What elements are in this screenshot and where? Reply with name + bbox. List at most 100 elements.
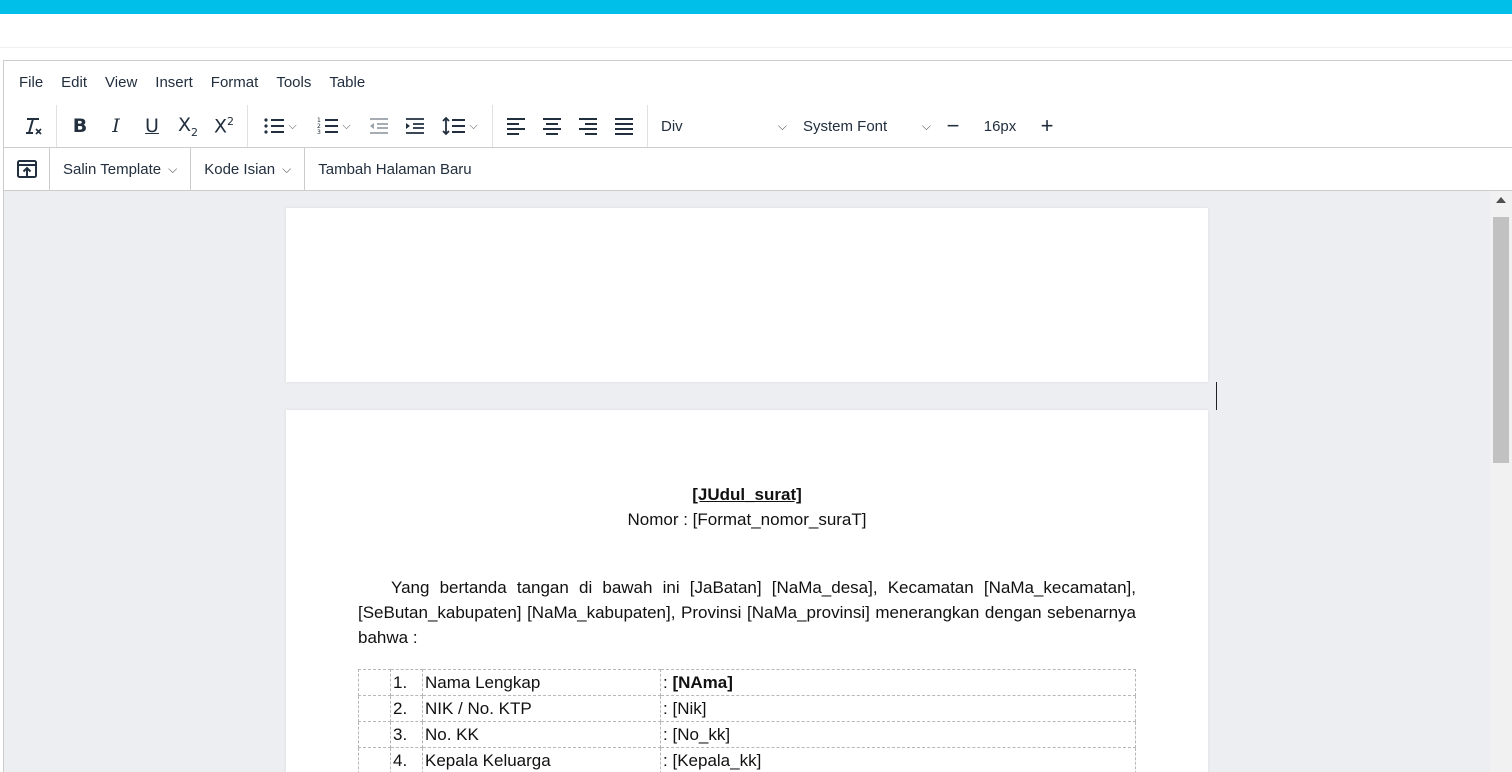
document-canvas[interactable]: [JUdul_surat] Nomor : [Format_nomor_sura… [4, 191, 1490, 772]
chevron-down-icon: ⌵ [168, 161, 178, 176]
row-separator: : [663, 672, 668, 692]
scroll-up-icon[interactable] [1496, 197, 1506, 203]
row-number: 3. [390, 721, 423, 748]
outdent-icon [370, 118, 388, 134]
chevron-down-icon: ⌵ [921, 118, 931, 133]
svg-text:3: 3 [317, 129, 321, 136]
table-row: 4. Kepala Keluarga : [Kepala_kk] [358, 747, 1136, 772]
text-style-group: B I U X2 X2 [57, 105, 248, 147]
font-family-dropdown[interactable]: System Font ⌵ [795, 109, 939, 143]
row-number: 4. [390, 747, 423, 772]
font-size-input[interactable]: 16px [967, 109, 1033, 143]
numbered-list-icon: 123 [317, 117, 339, 136]
align-center-button[interactable] [534, 109, 570, 143]
align-left-button[interactable] [498, 109, 534, 143]
clear-group [10, 105, 57, 147]
document-number: Nomor : [Format_nomor_suraT] [627, 510, 867, 529]
superscript-icon: X2 [213, 114, 235, 138]
document-title: [JUdul_surat] [692, 485, 802, 504]
row-value-cell: : [NAma] [660, 669, 1136, 696]
chevron-down-icon: ⌵ [777, 118, 787, 133]
bullet-list-icon [264, 118, 285, 134]
italic-button[interactable]: I [98, 109, 134, 143]
table-cell [358, 747, 391, 772]
top-accent-bar [0, 0, 1512, 14]
row-value-cell: : [Nik] [660, 695, 1136, 722]
table-cell [358, 669, 391, 696]
indent-icon [406, 118, 424, 134]
upload-icon [16, 160, 37, 178]
vertical-scrollbar[interactable] [1490, 191, 1512, 772]
chevron-down-icon: ⌵ [342, 119, 351, 132]
menu-format[interactable]: Format [202, 68, 268, 98]
field-code-dropdown[interactable]: Kode Isian ⌵ [191, 148, 306, 190]
row-label: NIK / No. KTP [422, 695, 661, 722]
data-table: 1. Nama Lengkap : [NAma] 2. NIK / No. KT… [358, 669, 1136, 772]
table-row: 1. Nama Lengkap : [NAma] [358, 669, 1136, 696]
table-row: 2. NIK / No. KTP : [Nik] [358, 695, 1136, 722]
italic-icon: I [112, 115, 120, 137]
menu-view[interactable]: View [96, 68, 146, 98]
table-cell [358, 721, 391, 748]
font-size-decrease-button[interactable]: − [939, 109, 967, 143]
increase-indent-button[interactable] [397, 109, 433, 143]
alignment-group [493, 105, 648, 147]
copy-template-label: Salin Template [63, 160, 162, 178]
row-label: Nama Lengkap [422, 669, 661, 696]
line-height-button[interactable]: ⌵ [433, 109, 487, 143]
document-paragraph: Yang bertanda tangan di bawah ini [JaBat… [358, 578, 1136, 647]
menu-edit[interactable]: Edit [52, 68, 96, 98]
chevron-down-icon: ⌵ [288, 119, 297, 132]
font-size-increase-button[interactable]: + [1033, 109, 1061, 143]
scroll-thumb[interactable] [1493, 217, 1509, 463]
align-justify-button[interactable] [606, 109, 642, 143]
minus-icon: − [946, 113, 960, 138]
custom-toolbar: Salin Template ⌵ Kode Isian ⌵ Tambah Hal… [4, 147, 1512, 191]
numbered-list-button[interactable]: 123 ⌵ [307, 109, 361, 143]
block-format-value: Div [661, 117, 683, 135]
text-cursor [1216, 382, 1217, 410]
align-justify-icon [615, 118, 633, 135]
font-size-value: 16px [983, 117, 1017, 135]
superscript-button[interactable]: X2 [206, 109, 242, 143]
row-value: [Kepala_kk] [672, 750, 762, 770]
block-format-dropdown[interactable]: Div ⌵ [653, 109, 795, 143]
bold-icon: B [72, 115, 88, 137]
chevron-down-icon: ⌵ [282, 161, 292, 176]
font-group: Div ⌵ System Font ⌵ − 16px + [648, 105, 1066, 147]
clear-formatting-button[interactable] [15, 109, 51, 143]
page-1[interactable] [286, 208, 1208, 382]
align-right-button[interactable] [570, 109, 606, 143]
underline-button[interactable]: U [134, 109, 170, 143]
row-separator: : [663, 724, 668, 744]
row-value: [NAma] [672, 672, 733, 692]
menu-table[interactable]: Table [320, 68, 374, 98]
align-right-icon [579, 118, 597, 135]
row-separator: : [663, 698, 668, 718]
add-page-button[interactable]: Tambah Halaman Baru [305, 148, 484, 190]
menu-tools[interactable]: Tools [267, 68, 320, 98]
divider [0, 47, 1512, 48]
subscript-button[interactable]: X2 [170, 109, 206, 143]
upload-template-button[interactable] [4, 148, 50, 190]
field-code-label: Kode Isian [204, 160, 276, 178]
bullet-list-button[interactable]: ⌵ [253, 109, 307, 143]
underline-icon: U [145, 115, 159, 137]
decrease-indent-button[interactable] [361, 109, 397, 143]
table-row: 3. No. KK : [No_kk] [358, 721, 1136, 748]
list-group: ⌵ 123 ⌵ ⌵ [248, 105, 493, 147]
menu-file[interactable]: File [10, 68, 52, 98]
copy-template-dropdown[interactable]: Salin Template ⌵ [50, 148, 192, 190]
row-value: [Nik] [672, 698, 707, 718]
bold-button[interactable]: B [62, 109, 98, 143]
row-value: [No_kk] [672, 724, 731, 744]
align-left-icon [507, 118, 525, 135]
row-value-cell: : [Kepala_kk] [660, 747, 1136, 772]
menubar: File Edit View Insert Format Tools Table [4, 61, 1512, 105]
formatting-toolbar: B I U X2 X2 ⌵ 123 ⌵ ⌵ Div ⌵ System Font … [4, 105, 1512, 147]
page-2[interactable]: [JUdul_surat] Nomor : [Format_nomor_sura… [286, 410, 1208, 772]
row-label: No. KK [422, 721, 661, 748]
font-family-value: System Font [803, 117, 888, 135]
menu-insert[interactable]: Insert [146, 68, 202, 98]
line-height-icon [442, 116, 466, 136]
